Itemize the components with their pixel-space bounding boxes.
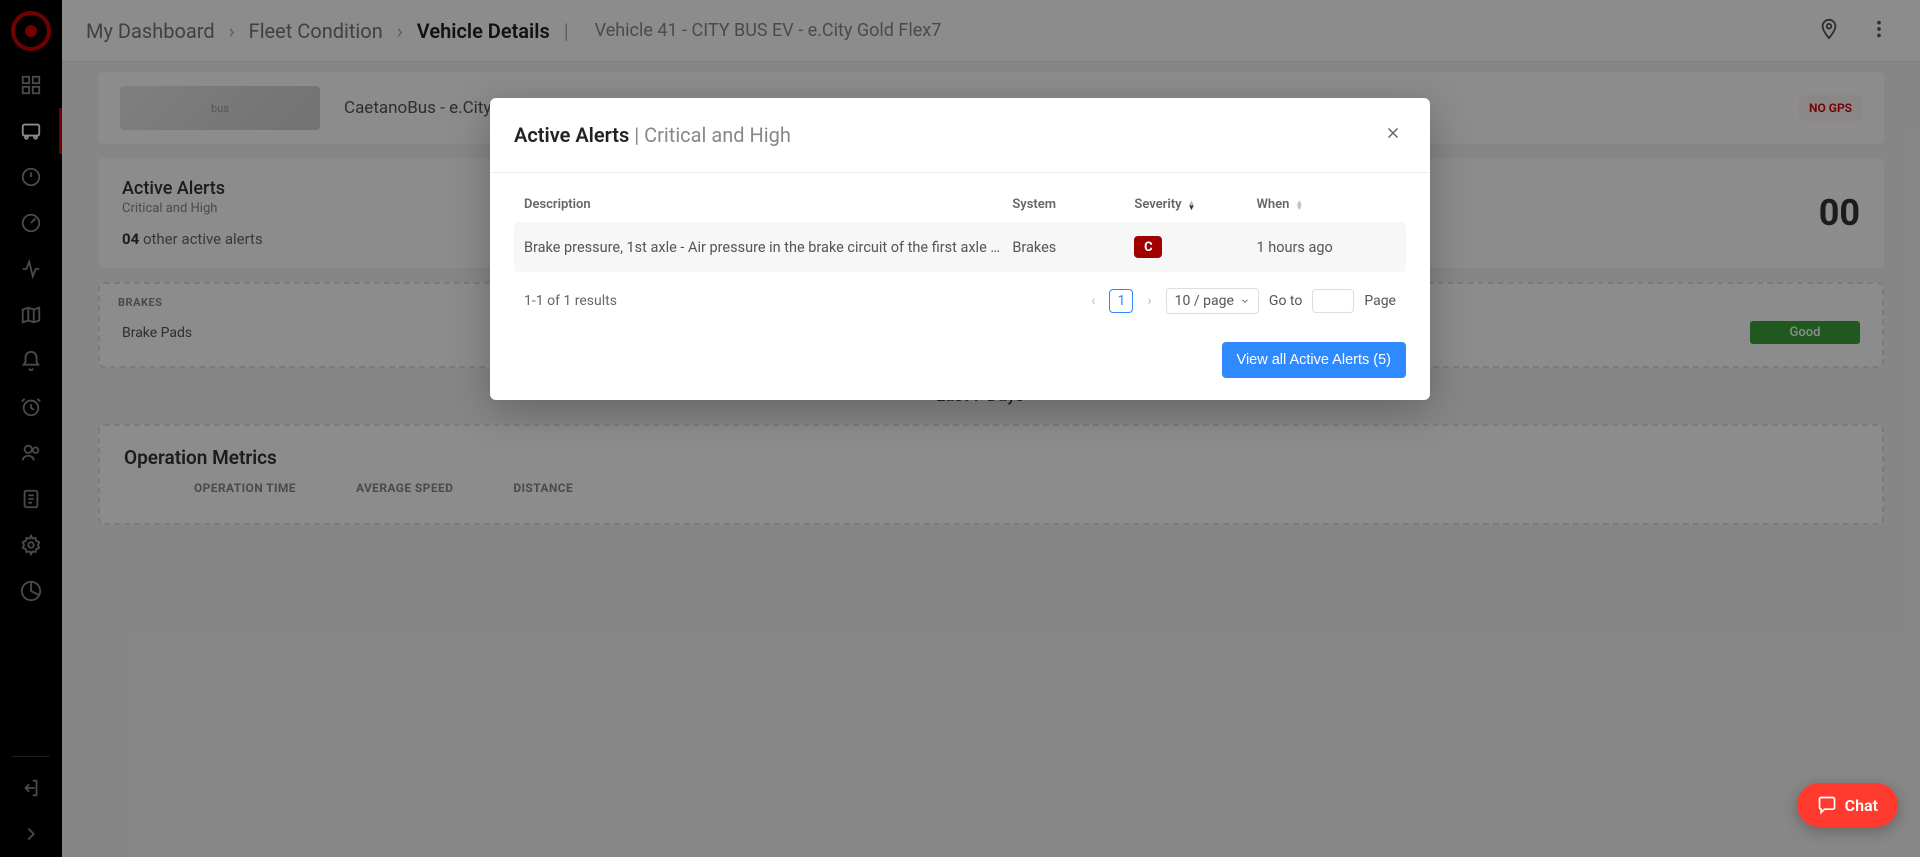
sort-icon: ▲▼: [1295, 200, 1303, 210]
page-label: Page: [1364, 293, 1396, 309]
table-row[interactable]: Brake pressure, 1st axle - Air pressure …: [514, 222, 1406, 272]
col-severity[interactable]: Severity ▲▼: [1134, 197, 1256, 212]
page-prev[interactable]: ‹: [1087, 289, 1099, 313]
close-icon: [1384, 124, 1402, 142]
cell-when: 1 hours ago: [1256, 239, 1396, 256]
cell-severity: C: [1134, 236, 1256, 258]
page-size-select[interactable]: 10 / page: [1166, 288, 1259, 314]
cell-system: Brakes: [1012, 239, 1134, 256]
table-header: Description System Severity ▲▼ When ▲▼: [514, 191, 1406, 222]
col-when[interactable]: When ▲▼: [1256, 197, 1396, 212]
pagination: ‹ 1 › 10 / page Go to Page: [1087, 288, 1396, 314]
chevron-down-icon: [1240, 296, 1250, 306]
view-all-alerts-button[interactable]: View all Active Alerts (5): [1222, 342, 1406, 378]
col-description[interactable]: Description: [524, 197, 1012, 212]
result-count: 1-1 of 1 results: [524, 293, 617, 309]
col-system[interactable]: System: [1012, 197, 1134, 212]
page-number[interactable]: 1: [1109, 289, 1133, 313]
page-next[interactable]: ›: [1143, 289, 1155, 313]
modal-title: Active Alerts | Critical and High: [514, 123, 791, 147]
close-button[interactable]: [1380, 120, 1406, 150]
sort-icon: ▲▼: [1188, 200, 1196, 210]
chat-icon: [1817, 795, 1837, 815]
goto-label: Go to: [1269, 293, 1302, 309]
modal-overlay[interactable]: Active Alerts | Critical and High Descri…: [0, 0, 1920, 857]
severity-badge-critical: C: [1134, 236, 1162, 258]
chat-button[interactable]: Chat: [1797, 783, 1898, 827]
goto-input[interactable]: [1312, 289, 1354, 313]
cell-description: Brake pressure, 1st axle - Air pressure …: [524, 239, 1012, 256]
active-alerts-modal: Active Alerts | Critical and High Descri…: [490, 98, 1430, 400]
